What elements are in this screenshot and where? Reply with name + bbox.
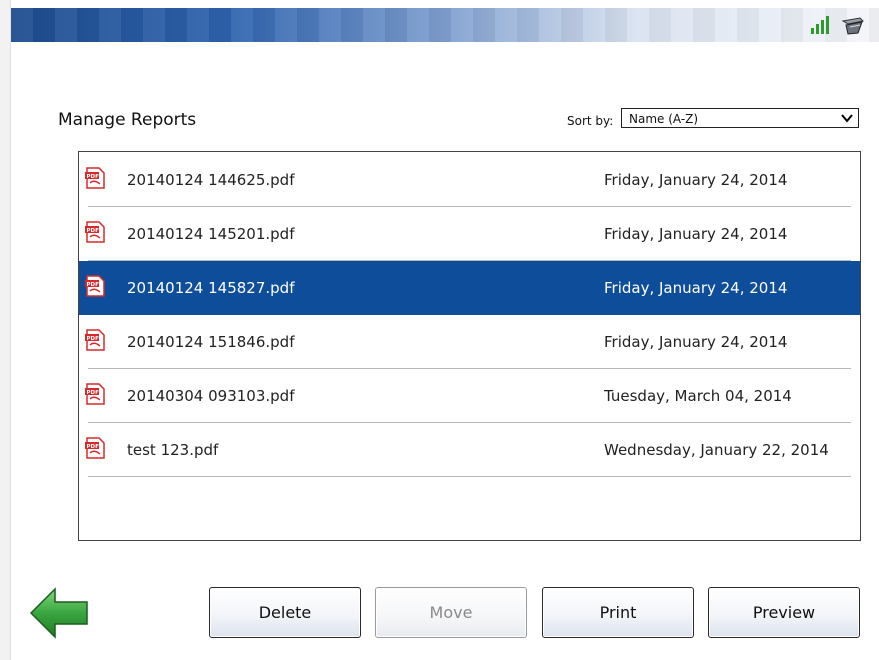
file-date: Tuesday, March 04, 2014 bbox=[604, 387, 792, 405]
file-date: Wednesday, January 22, 2014 bbox=[604, 441, 829, 459]
file-name: test 123.pdf bbox=[127, 441, 219, 459]
top-bar bbox=[11, 8, 879, 42]
pdf-file-icon: PDF bbox=[85, 167, 105, 189]
file-date: Friday, January 24, 2014 bbox=[604, 225, 788, 243]
file-date: Friday, January 24, 2014 bbox=[604, 171, 788, 189]
svg-text:PDF: PDF bbox=[87, 444, 100, 450]
svg-text:PDF: PDF bbox=[87, 390, 100, 396]
svg-text:PDF: PDF bbox=[87, 174, 100, 180]
pdf-file-icon: PDF bbox=[85, 221, 105, 243]
window-left-edge bbox=[0, 0, 11, 660]
pdf-file-icon: PDF bbox=[85, 275, 105, 297]
file-name: 20140124 145201.pdf bbox=[127, 225, 295, 243]
file-name: 20140124 145827.pdf bbox=[127, 279, 295, 297]
delete-button[interactable]: Delete bbox=[209, 587, 361, 638]
file-date: Friday, January 24, 2014 bbox=[604, 279, 788, 297]
row-divider bbox=[88, 476, 851, 477]
preview-button[interactable]: Preview bbox=[708, 587, 860, 638]
sort-label: Sort by: bbox=[567, 114, 614, 128]
list-item[interactable]: PDF test 123.pdf Wednesday, January 22, … bbox=[79, 423, 860, 477]
signal-strength-icon bbox=[811, 16, 829, 34]
sort-dropdown[interactable]: Name (A-Z) bbox=[621, 108, 859, 128]
svg-text:PDF: PDF bbox=[87, 336, 100, 342]
pdf-file-icon: PDF bbox=[85, 437, 105, 459]
list-item[interactable]: PDF 20140304 093103.pdf Tuesday, March 0… bbox=[79, 369, 860, 423]
print-button[interactable]: Print bbox=[542, 587, 694, 638]
file-date: Friday, January 24, 2014 bbox=[604, 333, 788, 351]
move-button[interactable]: Move bbox=[375, 587, 527, 638]
chevron-down-icon[interactable] bbox=[840, 111, 854, 125]
list-item[interactable]: PDF 20140124 151846.pdf Friday, January … bbox=[79, 315, 860, 369]
file-name: 20140124 151846.pdf bbox=[127, 333, 295, 351]
pdf-file-icon: PDF bbox=[85, 383, 105, 405]
sort-selected-value: Name (A-Z) bbox=[629, 112, 699, 126]
tray-pen-icon[interactable] bbox=[840, 13, 866, 37]
back-arrow-button[interactable] bbox=[29, 586, 89, 640]
file-name: 20140304 093103.pdf bbox=[127, 387, 295, 405]
file-list[interactable]: PDF 20140124 144625.pdf Friday, January … bbox=[78, 151, 861, 541]
pdf-file-icon: PDF bbox=[85, 329, 105, 351]
list-item[interactable]: PDF 20140124 145201.pdf Friday, January … bbox=[79, 207, 860, 261]
list-item[interactable]: PDF 20140124 144625.pdf Friday, January … bbox=[79, 153, 860, 207]
list-item-selected[interactable]: PDF 20140124 145827.pdf Friday, January … bbox=[79, 261, 860, 315]
svg-text:PDF: PDF bbox=[87, 228, 100, 234]
page-title: Manage Reports bbox=[58, 110, 197, 130]
svg-text:PDF: PDF bbox=[87, 282, 100, 288]
file-name: 20140124 144625.pdf bbox=[127, 171, 295, 189]
top-bar-pattern bbox=[11, 8, 879, 42]
